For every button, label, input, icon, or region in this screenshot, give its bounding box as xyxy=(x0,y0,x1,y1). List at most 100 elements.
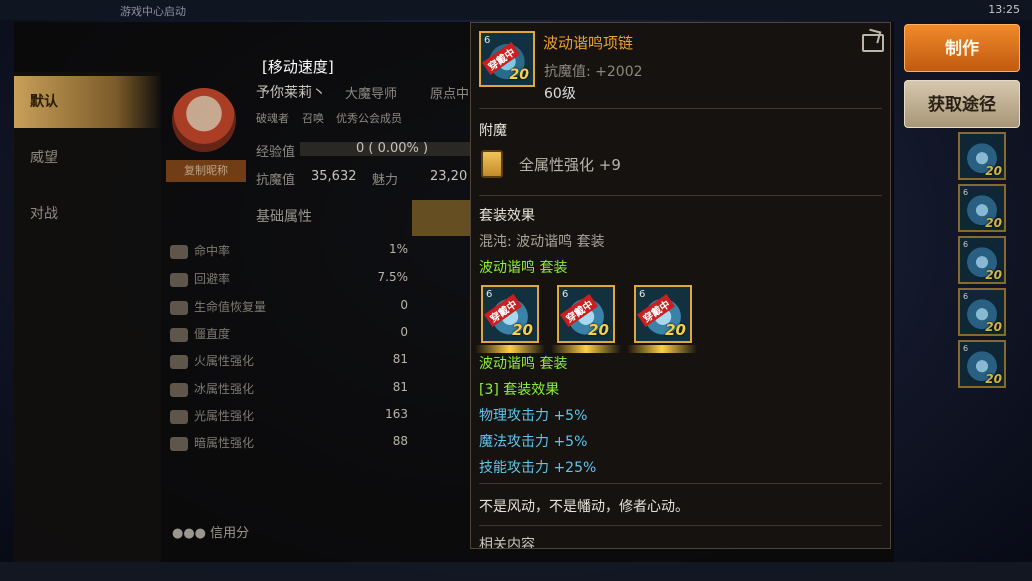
item-grade-corner: 6 xyxy=(486,289,493,300)
item-icon[interactable]: 6 穿戴中 20 xyxy=(479,31,535,87)
equip-slot[interactable]: 6 20 xyxy=(958,288,1006,336)
stat-icon xyxy=(170,272,188,287)
stat-row: 回避率 7.5% xyxy=(170,270,408,296)
stat-icon xyxy=(170,300,188,315)
related-content-label: 相关内容 xyxy=(479,537,535,549)
sparkle-effect xyxy=(475,345,545,353)
nav-item-prestige[interactable]: 威望 xyxy=(14,132,161,184)
enchant-text: 全属性强化 +9 xyxy=(519,156,621,174)
item-grade-corner: 6 xyxy=(639,289,646,300)
stat-value: 81 xyxy=(392,352,408,366)
stat-row: 光属性强化 163 xyxy=(170,407,408,433)
stat-value: 88 xyxy=(392,434,408,448)
set-item-bracelet-icon[interactable]: 6 穿戴中 20 xyxy=(557,285,615,343)
stat-value: 0 xyxy=(400,325,408,339)
item-kangmo: 抗魔值: +2002 xyxy=(544,64,643,80)
stat-label: 冰属性强化 xyxy=(194,382,255,396)
nav-item-battle[interactable]: 对战 xyxy=(14,188,161,240)
tag-label: 破魂者 xyxy=(256,112,289,125)
stat-label: 生命值恢复量 xyxy=(194,300,267,314)
stat-label: 光属性强化 xyxy=(194,409,255,423)
item-level-badge: 20 xyxy=(509,67,529,83)
nav-item-default[interactable]: 默认 xyxy=(14,76,161,128)
set-bonus-line: 技能攻击力 +25% xyxy=(479,460,597,476)
item-grade-corner: 6 xyxy=(963,292,969,301)
kangmo-value: 35,632 xyxy=(311,169,357,184)
divider xyxy=(479,483,882,484)
stat-row: 冰属性强化 81 xyxy=(170,380,408,406)
stat-icon xyxy=(170,244,188,259)
stat-row: 暗属性强化 88 xyxy=(170,434,408,460)
stat-icon xyxy=(170,354,188,369)
set-bonus-line: 魔法攻击力 +5% xyxy=(479,434,588,450)
kangmo-label: 抗魔值 xyxy=(256,173,296,188)
stat-label: 命中率 xyxy=(194,244,231,258)
item-level-badge: 20 xyxy=(985,320,1002,334)
set-name: 波动谐鸣 套装 xyxy=(479,356,568,372)
share-icon[interactable] xyxy=(862,34,884,52)
sparkle-effect xyxy=(551,345,621,353)
set-item-ring-icon[interactable]: 6 穿戴中 20 xyxy=(634,285,692,343)
stat-row: 生命值恢复量 0 xyxy=(170,298,408,324)
equip-slot[interactable]: 20 xyxy=(958,132,1006,180)
set-bonus-title: [3] 套装效果 xyxy=(479,382,560,398)
item-level-badge: 20 xyxy=(588,321,609,339)
set-item-necklace-icon[interactable]: 6 穿戴中 20 xyxy=(481,285,539,343)
stat-icon xyxy=(170,382,188,397)
item-level-req: 60级 xyxy=(544,86,576,102)
stat-row: 僵直度 0 xyxy=(170,325,408,351)
status-center-text: 游戏中心启动 xyxy=(120,5,186,18)
item-tooltip: 6 穿戴中 20 波动谐鸣项链 抗魔值: +2002 60级 附魔 全属性强化 … xyxy=(470,22,891,549)
stat-label: 回避率 xyxy=(194,272,231,286)
divider xyxy=(479,195,882,196)
tab-active-highlight xyxy=(412,200,472,236)
stat-value: 163 xyxy=(385,407,408,421)
set-bonus-line: 物理攻击力 +5% xyxy=(479,408,588,424)
divider xyxy=(479,108,882,109)
item-grade-corner: 6 xyxy=(963,240,969,249)
exp-value: 0 ( 0.00% ) xyxy=(356,141,429,156)
make-button[interactable]: 制作 xyxy=(904,24,1020,72)
move-speed-label: [移动速度] xyxy=(262,58,334,76)
player-name: 予你莱莉丶 xyxy=(256,85,326,101)
status-time: 13:25 xyxy=(988,3,1020,16)
stat-value: 7.5% xyxy=(377,270,409,284)
stat-label: 火属性强化 xyxy=(194,354,255,368)
get-path-button[interactable]: 获取途径 xyxy=(904,80,1020,128)
stat-icon xyxy=(170,409,188,424)
tag-member: 优秀公会成员 xyxy=(336,112,402,125)
item-level-badge: 20 xyxy=(512,321,533,339)
guild-name: 原点中 xyxy=(430,87,470,102)
stat-icon xyxy=(170,327,188,342)
item-level-badge: 20 xyxy=(985,372,1002,386)
people-icon: ●●● xyxy=(172,526,211,541)
status-bar: 游戏中心启动 13:25 xyxy=(0,0,1032,20)
item-grade-corner: 6 xyxy=(562,289,569,300)
equip-slot[interactable]: 6 20 xyxy=(958,340,1006,388)
stat-row: 命中率 1% xyxy=(170,242,408,268)
item-level-badge: 20 xyxy=(985,164,1002,178)
exp-label: 经验值 xyxy=(256,145,296,160)
copy-name-button[interactable]: 复制昵称 xyxy=(166,160,246,182)
item-flavor-text: 不是风动，不是幡动，修者心动。 xyxy=(479,499,689,515)
tab-basic-attributes[interactable]: 基础属性 xyxy=(256,206,312,226)
stat-label: 暗属性强化 xyxy=(194,436,255,450)
set-chaos-text: 混沌: 波动谐鸣 套装 xyxy=(479,234,605,250)
item-level-badge: 20 xyxy=(665,321,686,339)
bottom-bar xyxy=(0,562,1032,581)
equip-slot[interactable]: 6 20 xyxy=(958,184,1006,232)
avatar[interactable] xyxy=(172,88,236,152)
guild-role: 大魔导师 xyxy=(345,87,398,102)
enchant-title: 附魔 xyxy=(479,123,507,139)
equip-slot[interactable]: 6 20 xyxy=(958,236,1006,284)
stat-row: 火属性强化 81 xyxy=(170,352,408,378)
item-name: 波动谐鸣项链 xyxy=(543,34,634,52)
charm-value: 23,20 xyxy=(430,169,468,184)
credit-score[interactable]: ●●● 信用分 xyxy=(172,522,249,541)
item-level-badge: 20 xyxy=(985,216,1002,230)
item-grade-corner: 6 xyxy=(484,35,491,46)
stat-label: 僵直度 xyxy=(194,327,231,341)
stat-icon xyxy=(170,436,188,451)
credit-label: 信用分 xyxy=(210,526,250,541)
set-effect-title: 套装效果 xyxy=(479,208,535,224)
